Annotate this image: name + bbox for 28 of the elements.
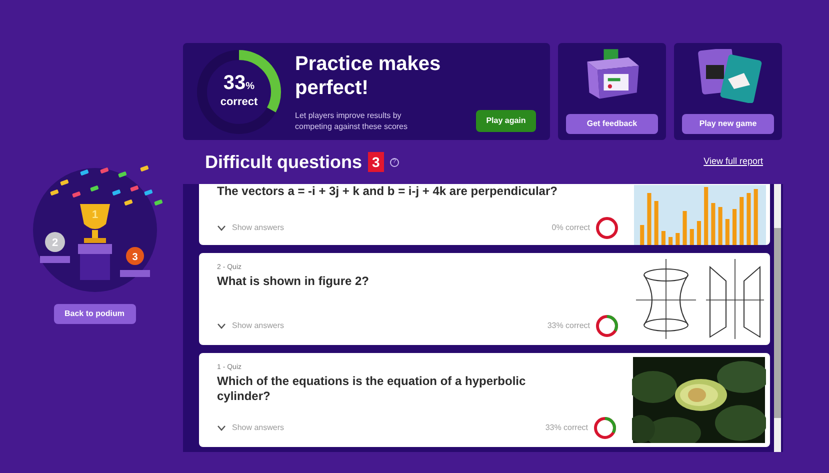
question-text: Which of the equations is the equation of a hyperbolic cylinder?	[217, 374, 527, 404]
chevron-down-icon	[217, 323, 226, 329]
score-description: Let players improve results by competing against these scores	[295, 110, 409, 132]
show-answers-toggle[interactable]: Show answers	[217, 222, 284, 234]
action-button[interactable]: Get feedback	[566, 114, 658, 134]
score-value: 33	[223, 72, 246, 93]
back-to-podium-button[interactable]: Back to podium	[54, 304, 136, 324]
section-title: Difficult questions	[205, 150, 362, 174]
correct-ring	[596, 217, 618, 239]
chevron-down-icon	[217, 225, 226, 231]
action-button[interactable]: Play new game	[682, 114, 774, 134]
percent-correct: 0% correct	[552, 222, 590, 234]
correct-ring	[594, 417, 616, 439]
score-title: Practice makes perfect!	[295, 52, 442, 100]
chevron-down-icon	[217, 425, 226, 431]
correct-ring	[596, 315, 618, 337]
score-label: correct	[220, 94, 258, 110]
show-answers-toggle[interactable]: Show answers	[217, 320, 284, 332]
count-badge: 3	[368, 152, 384, 172]
percent-correct: 33% correct	[547, 320, 590, 332]
view-full-report-link[interactable]: View full report	[704, 155, 763, 169]
score-unit: %	[246, 80, 255, 94]
scrollbar[interactable]	[774, 184, 781, 452]
percent-correct: 33% correct	[545, 422, 588, 434]
show-answers-toggle[interactable]: Show answers	[217, 422, 284, 434]
question-text: What is shown in figure 2?	[217, 274, 370, 288]
question-text: The vectors a = -i + 3j + k and b = i-j + 4k are perpendicular?	[217, 184, 558, 199]
play-again-button[interactable]: Play again	[476, 110, 536, 132]
